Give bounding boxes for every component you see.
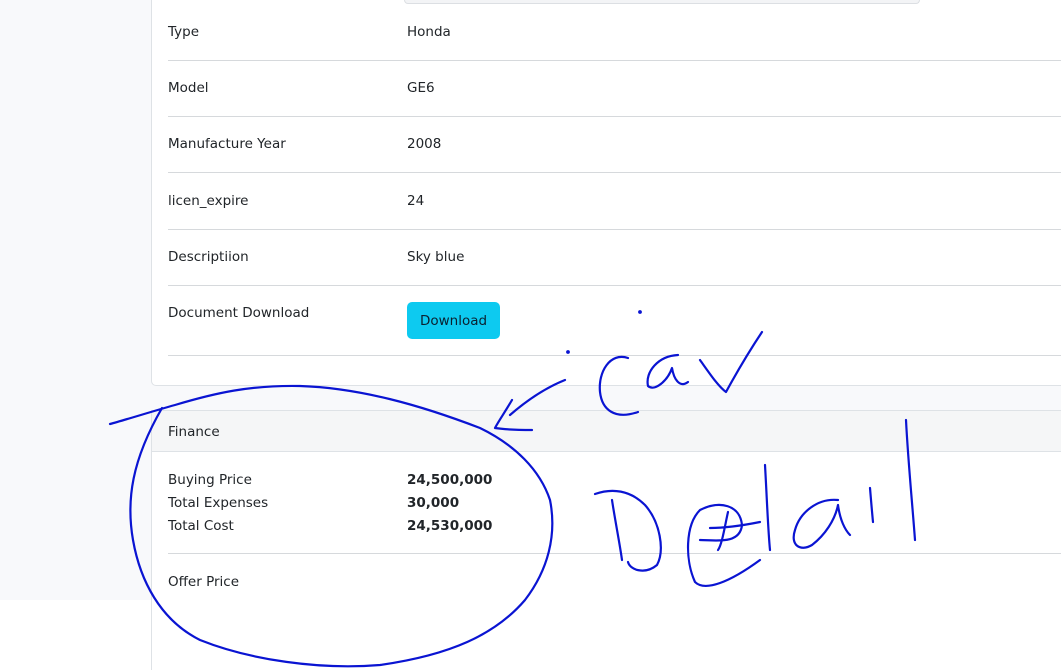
detail-label-document-download: Document Download xyxy=(168,305,310,321)
detail-value-description: Sky blue xyxy=(407,249,465,265)
download-button[interactable]: Download xyxy=(407,302,500,339)
row-divider xyxy=(168,355,1061,356)
detail-label-manufacture-year: Manufacture Year xyxy=(168,136,286,152)
row-divider xyxy=(168,553,1061,554)
row-divider xyxy=(168,60,1061,61)
finance-label-total-cost: Total Cost xyxy=(168,518,234,534)
finance-title: Finance xyxy=(168,424,220,440)
detail-label-licen-expire: licen_expire xyxy=(168,193,249,209)
row-divider xyxy=(168,116,1061,117)
finance-value-total-cost: 24,530,000 xyxy=(407,518,493,534)
detail-value-type: Honda xyxy=(407,24,451,40)
detail-value-manufacture-year: 2008 xyxy=(407,136,442,152)
row-divider xyxy=(168,229,1061,230)
input-field-edge xyxy=(404,0,920,4)
finance-card-header: Finance xyxy=(152,411,1061,452)
finance-card: Finance Buying Price 24,500,000 Total Ex… xyxy=(151,410,1061,670)
finance-label-offer-price: Offer Price xyxy=(168,574,240,590)
finance-label-buying-price: Buying Price xyxy=(168,472,252,488)
detail-label-description: Descriptiion xyxy=(168,249,249,265)
detail-label-type: Type xyxy=(168,24,200,40)
detail-value-licen-expire: 24 xyxy=(407,193,425,209)
detail-value-model: GE6 xyxy=(407,80,435,96)
car-details-card: Type Honda Model GE6 Manufacture Year 20… xyxy=(151,0,1061,386)
finance-value-total-expenses: 30,000 xyxy=(407,495,460,511)
row-divider xyxy=(168,285,1061,286)
finance-label-total-expenses: Total Expenses xyxy=(168,495,269,511)
finance-value-buying-price: 24,500,000 xyxy=(407,472,493,488)
row-divider xyxy=(168,172,1061,173)
detail-label-model: Model xyxy=(168,80,209,96)
